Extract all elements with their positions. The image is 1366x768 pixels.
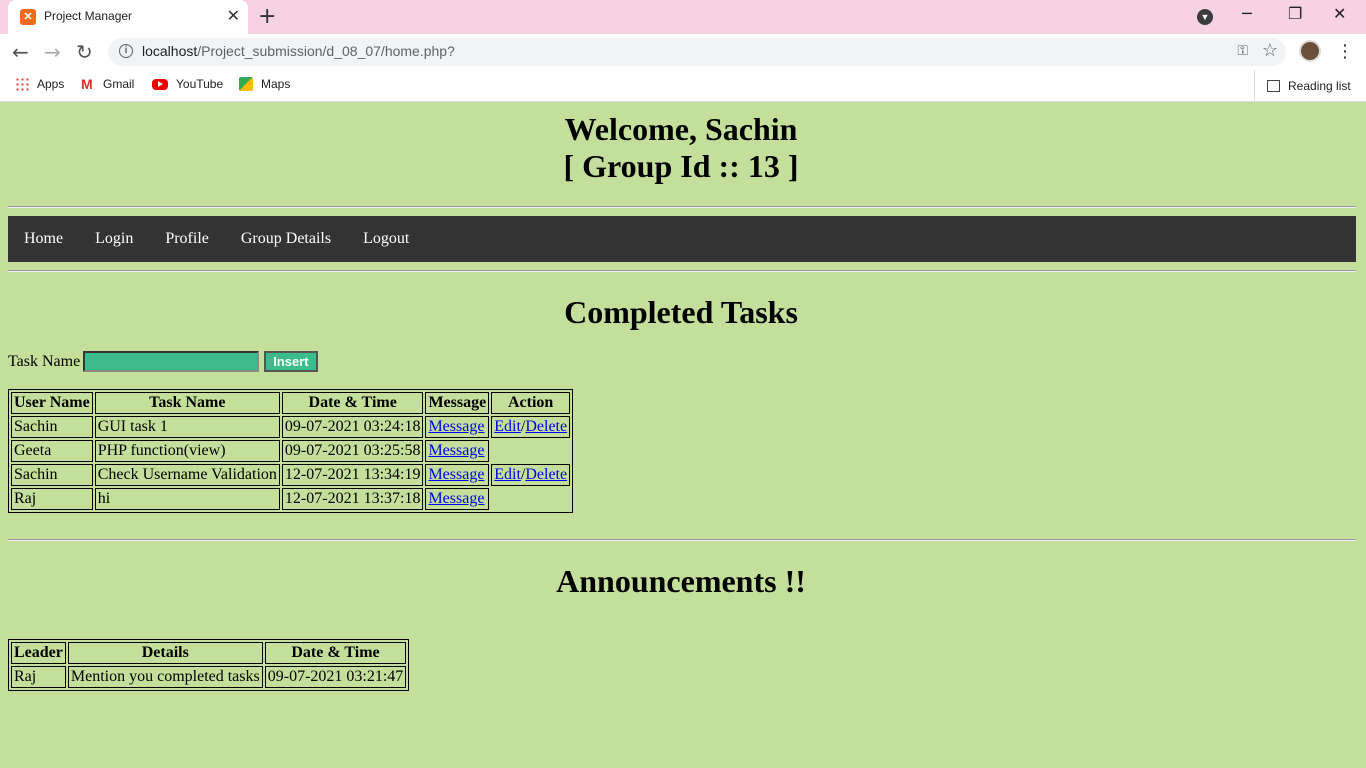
bookmarks-bar: Apps M Gmail YouTube Maps Reading list (0, 70, 1366, 102)
cell-datetime: 12-07-2021 13:34:19 (281, 464, 424, 486)
divider (8, 270, 1356, 272)
bookmark-maps[interactable]: Maps (239, 77, 290, 91)
minimize-icon[interactable]: ─ (1242, 4, 1252, 23)
message-link[interactable]: Message (428, 442, 484, 459)
youtube-icon (152, 78, 168, 90)
edit-link[interactable]: Edit (494, 466, 521, 483)
welcome-text: Welcome, Sachin (564, 111, 798, 147)
site-info-icon[interactable]: i (119, 44, 133, 58)
reading-list-icon (1267, 80, 1280, 92)
nav-logout[interactable]: Logout (347, 216, 425, 262)
cell-datetime: 12-07-2021 13:37:18 (281, 488, 424, 510)
table-row: Sachin GUI task 1 09-07-2021 03:24:18 Me… (11, 416, 571, 438)
col-action: Action (491, 392, 571, 414)
cell-task: Check Username Validation (94, 464, 280, 486)
message-link[interactable]: Message (428, 418, 484, 435)
col-date-time: Date & Time (264, 642, 407, 664)
divider (8, 539, 1356, 541)
welcome-heading: Welcome, Sachin [ Group Id :: 13 ] (0, 111, 1362, 185)
cell-task: hi (94, 488, 280, 510)
col-user-name: User Name (11, 392, 93, 414)
task-name-label: Task Name (8, 352, 81, 370)
message-link[interactable]: Message (428, 466, 484, 483)
table-row: Geeta PHP function(view) 09-07-2021 03:2… (11, 440, 570, 462)
tab-title: Project Manager (44, 9, 133, 23)
announcements-title: Announcements !! (556, 563, 806, 599)
cell-action-empty (491, 488, 570, 510)
delete-link[interactable]: Delete (525, 418, 567, 435)
divider (8, 206, 1356, 208)
cell-details: Mention you completed tasks (67, 666, 263, 688)
back-icon[interactable]: ← (12, 40, 29, 64)
cell-user: Geeta (11, 440, 93, 462)
address-bar[interactable]: i localhost/Project_submission/d_08_07/h… (108, 38, 1286, 66)
cell-user: Sachin (11, 416, 93, 438)
cell-action: Edit/Delete (491, 464, 571, 486)
url-text[interactable]: localhost/Project_submission/d_08_07/hom… (142, 43, 455, 59)
completed-tasks-title: Completed Tasks (564, 294, 798, 330)
delete-link[interactable]: Delete (525, 466, 567, 483)
announcements-table: Leader Details Date & Time Raj Mention y… (8, 639, 410, 691)
cell-message: Message (425, 416, 490, 438)
bookmark-star-icon[interactable]: ☆ (1262, 40, 1278, 61)
gmail-icon: M (81, 76, 93, 92)
kebab-menu-icon[interactable]: ⋮ (1336, 41, 1354, 62)
message-link[interactable]: Message (428, 490, 484, 507)
cell-user: Sachin (11, 464, 93, 486)
insert-button[interactable]: Insert (264, 351, 318, 372)
nav-home[interactable]: Home (8, 216, 79, 262)
col-message: Message (425, 392, 490, 414)
cell-task: PHP function(view) (94, 440, 280, 462)
key-icon[interactable]: ⚿ (1237, 42, 1248, 59)
page-content: Welcome, Sachin [ Group Id :: 13 ] Home … (0, 103, 1366, 768)
col-leader: Leader (11, 642, 66, 664)
nav-profile[interactable]: Profile (149, 216, 225, 262)
table-row: Raj Mention you completed tasks 09-07-20… (11, 666, 407, 688)
tab-search-icon[interactable]: ▼ (1197, 9, 1213, 25)
restore-icon[interactable]: ❐ (1288, 4, 1302, 23)
browser-toolbar: ← → ↻ i localhost/Project_submission/d_0… (0, 34, 1366, 70)
forward-icon[interactable]: → (44, 40, 61, 64)
completed-tasks-table: User Name Task Name Date & Time Message … (8, 389, 574, 513)
browser-tab-strip: ✕ Project Manager ✕ + ▼ ─ ❐ ✕ (0, 0, 1366, 34)
cell-message: Message (425, 440, 490, 462)
cell-action-empty (491, 440, 570, 462)
cell-message: Message (425, 488, 490, 510)
table-row: Sachin Check Username Validation 12-07-2… (11, 464, 571, 486)
cell-datetime: 09-07-2021 03:24:18 (281, 416, 424, 438)
cell-action: Edit/Delete (491, 416, 571, 438)
task-form: Task Name Insert (8, 351, 318, 372)
window-close-icon[interactable]: ✕ (1333, 4, 1346, 23)
profile-avatar[interactable] (1299, 40, 1321, 62)
nav-login[interactable]: Login (79, 216, 149, 262)
task-name-input[interactable] (83, 351, 260, 372)
bookmark-apps[interactable]: Apps (15, 77, 64, 91)
nav-group-details[interactable]: Group Details (225, 216, 347, 262)
cell-user: Raj (11, 488, 93, 510)
cell-message: Message (425, 464, 490, 486)
table-header-row: User Name Task Name Date & Time Message … (11, 392, 571, 414)
group-id-text: [ Group Id :: 13 ] (563, 148, 799, 184)
col-task-name: Task Name (94, 392, 280, 414)
new-tab-icon[interactable]: + (258, 4, 276, 29)
edit-link[interactable]: Edit (494, 418, 521, 435)
bookmark-gmail[interactable]: M Gmail (81, 77, 134, 91)
col-details: Details (67, 642, 263, 664)
table-row: Raj hi 12-07-2021 13:37:18 Message (11, 488, 570, 510)
table-header-row: Leader Details Date & Time (11, 642, 407, 664)
cell-leader: Raj (11, 666, 66, 688)
reload-icon[interactable]: ↻ (76, 40, 93, 64)
tab-close-icon[interactable]: ✕ (227, 6, 240, 26)
col-date-time: Date & Time (281, 392, 424, 414)
main-nav: Home Login Profile Group Details Logout (8, 216, 1356, 262)
cell-datetime: 09-07-2021 03:25:58 (281, 440, 424, 462)
apps-grid-icon (15, 77, 29, 91)
browser-tab[interactable]: ✕ Project Manager ✕ (8, 0, 248, 34)
xampp-favicon-icon: ✕ (20, 9, 36, 25)
bookmark-youtube[interactable]: YouTube (152, 77, 223, 91)
maps-icon (239, 77, 253, 91)
cell-datetime: 09-07-2021 03:21:47 (264, 666, 407, 688)
cell-task: GUI task 1 (94, 416, 280, 438)
reading-list[interactable]: Reading list (1254, 70, 1351, 102)
